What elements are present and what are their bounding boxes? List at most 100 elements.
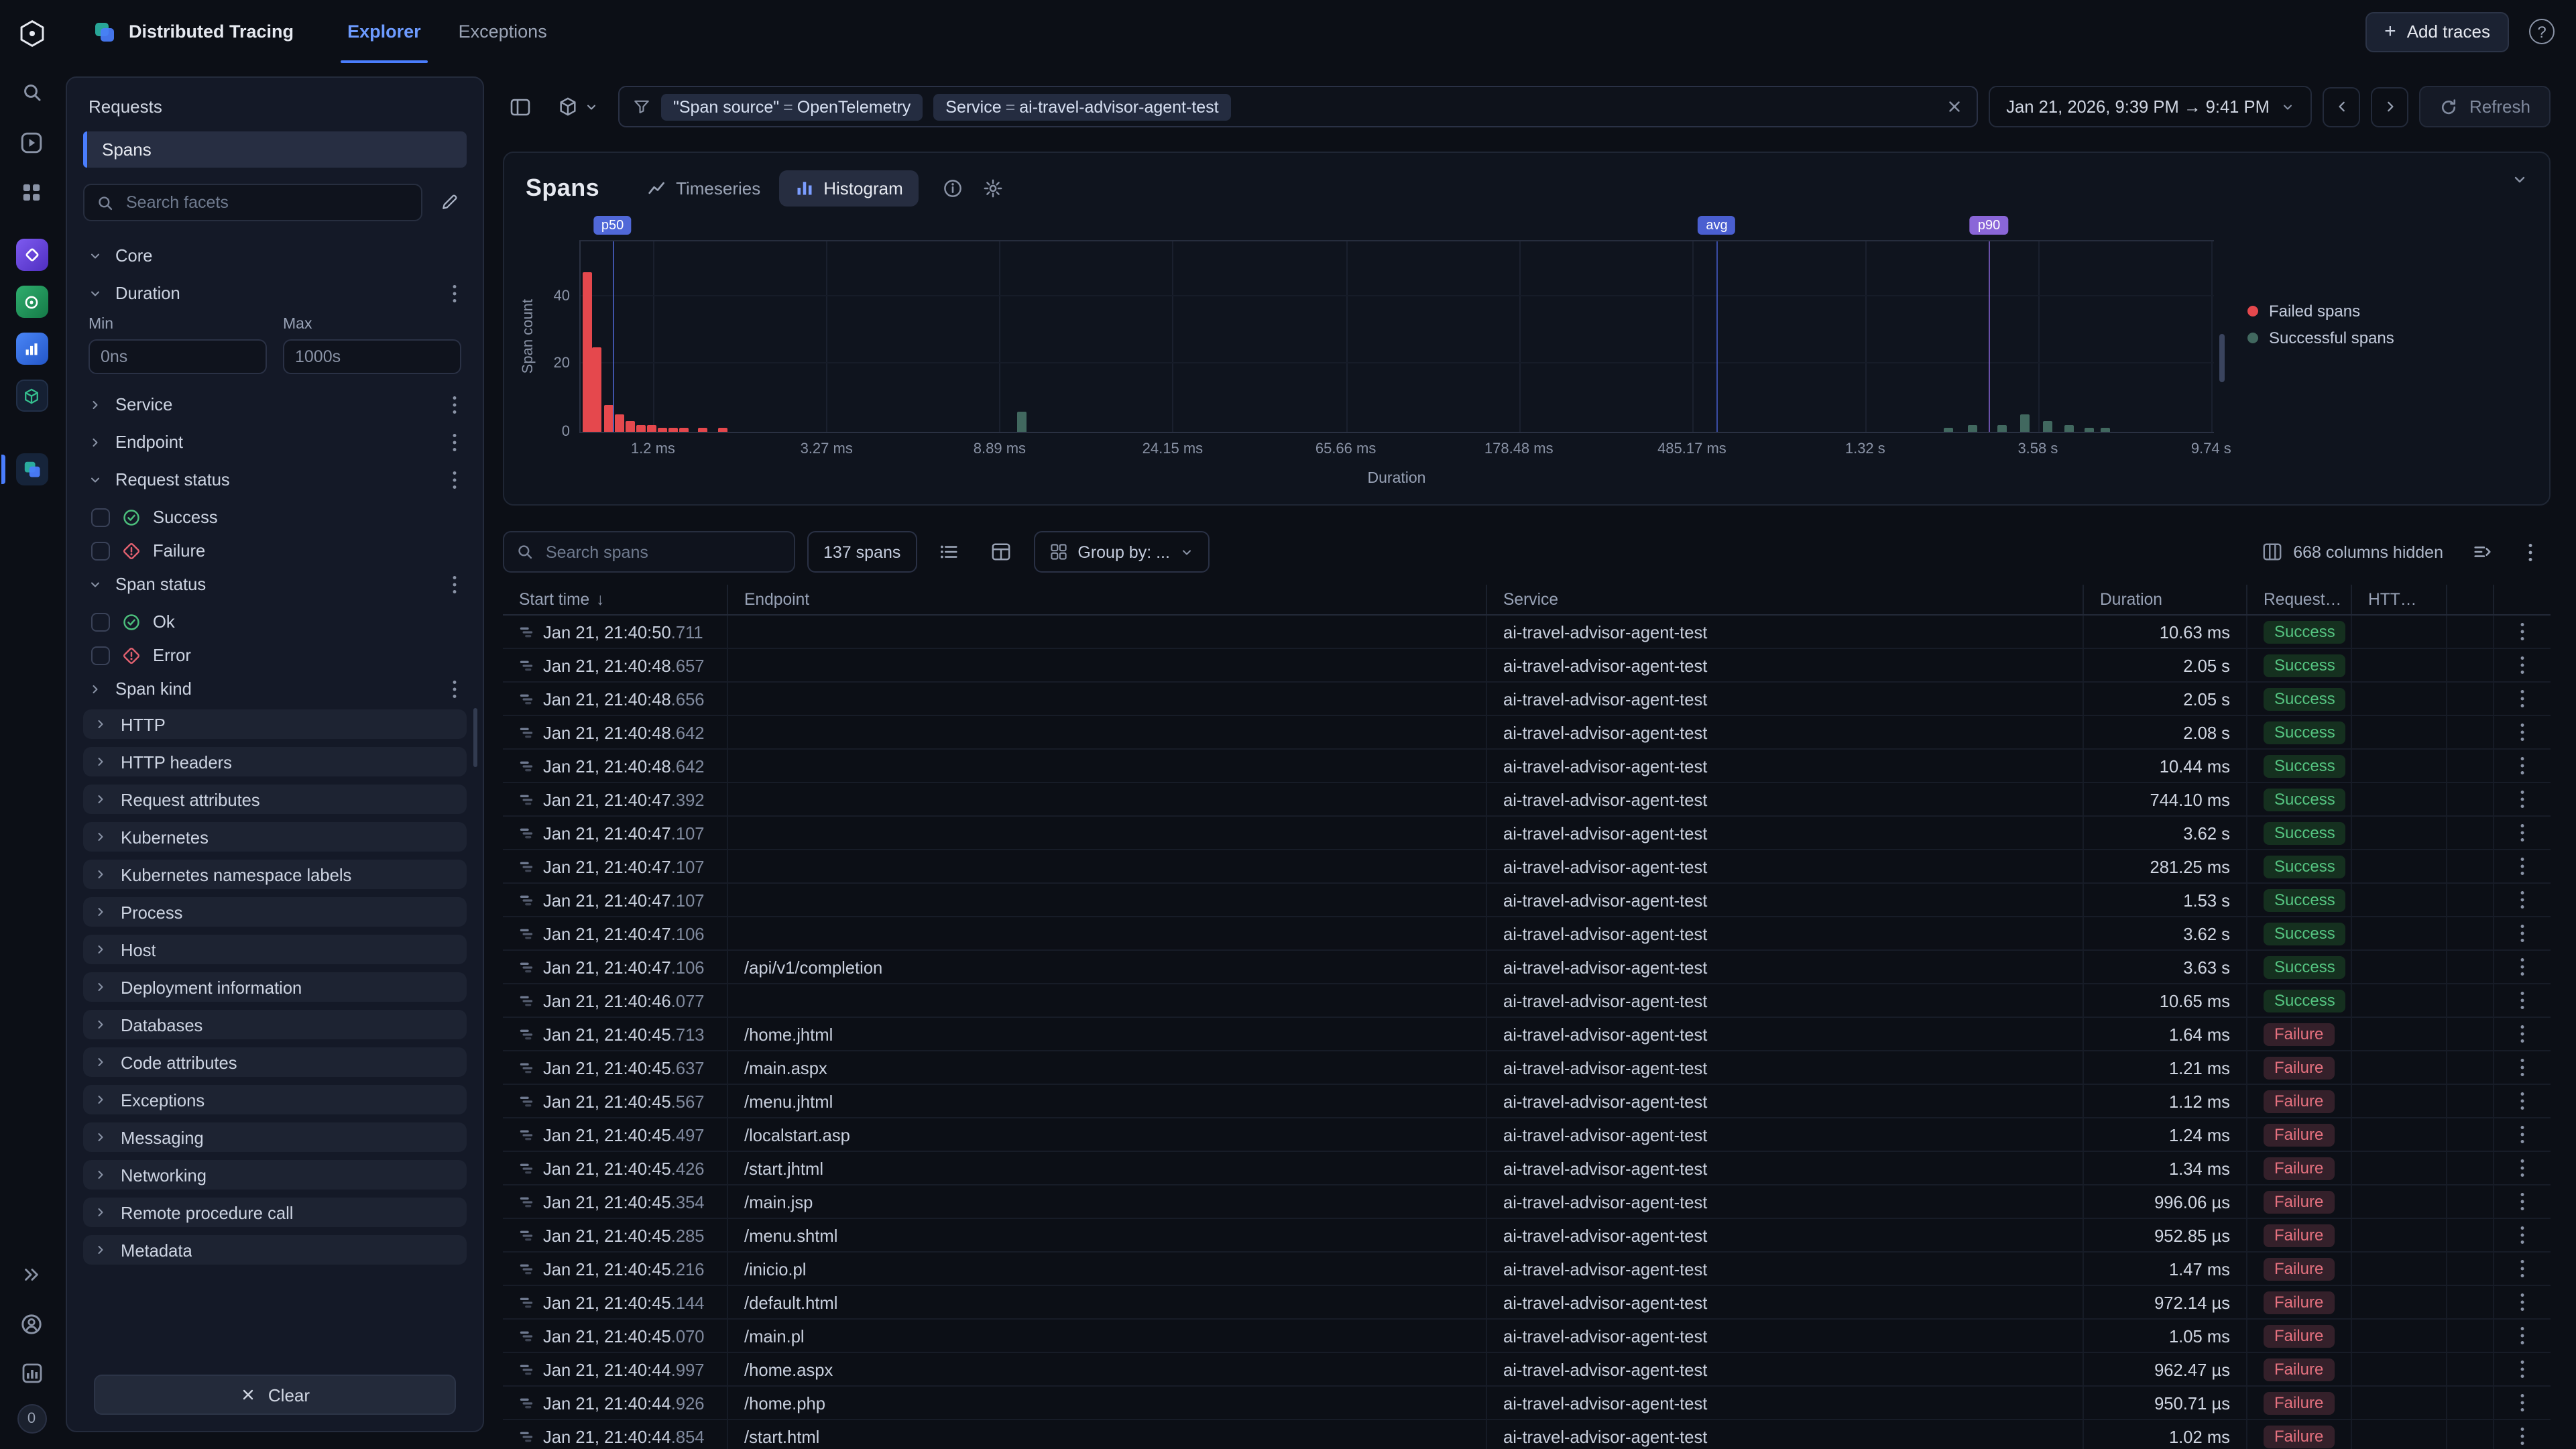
facet-option-ok[interactable]: Ok [83, 605, 467, 638]
row-menu-icon[interactable] [2520, 958, 2525, 976]
row-menu-icon[interactable] [2520, 1125, 2525, 1144]
product-icon-2[interactable] [15, 286, 48, 318]
edit-facets-button[interactable] [432, 185, 467, 220]
table-row[interactable]: Jan 21, 21:40:48.657ai-travel-advisor-ag… [503, 649, 2551, 683]
notification-badge[interactable]: 0 [17, 1404, 46, 1434]
table-row[interactable]: Jan 21, 21:40:45.713/home.jhtmlai-travel… [503, 1018, 2551, 1051]
tab-exceptions[interactable]: Exceptions [440, 0, 566, 63]
facet-menu-icon[interactable] [448, 575, 461, 593]
facet-group-core[interactable]: Core [83, 239, 467, 272]
dataset-selector-button[interactable] [548, 86, 607, 127]
successful-span-bar[interactable] [1997, 425, 2006, 432]
facet-group-endpoint[interactable]: Endpoint [83, 425, 467, 459]
app-logo[interactable] [13, 15, 50, 52]
row-menu-icon[interactable] [2520, 1326, 2525, 1345]
product-icon-4[interactable] [15, 380, 48, 412]
facet-search-input[interactable] [123, 192, 409, 213]
failed-span-bar[interactable] [668, 428, 678, 432]
clear-filters-button[interactable]: Clear [94, 1375, 456, 1415]
row-menu-icon[interactable] [2520, 723, 2525, 742]
row-menu-icon[interactable] [2520, 1393, 2525, 1412]
facet-group-code-attributes[interactable]: Code attributes [83, 1047, 467, 1077]
table-row[interactable]: Jan 21, 21:40:44.997/home.aspxai-travel-… [503, 1353, 2551, 1387]
facet-group-remote-procedure-call[interactable]: Remote procedure call [83, 1198, 467, 1227]
facet-menu-icon[interactable] [448, 470, 461, 489]
facet-group-request-status[interactable]: Request status [83, 463, 467, 496]
table-row[interactable]: Jan 21, 21:40:45.567/menu.jhtmlai-travel… [503, 1085, 2551, 1118]
collapse-chart-icon[interactable] [2512, 172, 2528, 188]
filter-chip[interactable]: Service=ai-travel-advisor-agent-test [933, 93, 1230, 120]
span-search-input[interactable] [543, 541, 782, 563]
facet-group-exceptions[interactable]: Exceptions [83, 1085, 467, 1114]
add-traces-button[interactable]: + Add traces [2365, 11, 2509, 52]
facet-group-kubernetes-namespace-labels[interactable]: Kubernetes namespace labels [83, 860, 467, 889]
row-menu-icon[interactable] [2520, 622, 2525, 641]
row-menu-icon[interactable] [2520, 1427, 2525, 1446]
checkbox[interactable] [91, 541, 110, 560]
table-row[interactable]: Jan 21, 21:40:50.711ai-travel-advisor-ag… [503, 616, 2551, 649]
row-menu-icon[interactable] [2520, 1058, 2525, 1077]
facet-option-failure[interactable]: Failure [83, 534, 467, 567]
successful-span-bar[interactable] [1017, 412, 1027, 432]
expand-rail-icon[interactable] [13, 1255, 50, 1293]
time-range-button[interactable]: Jan 21, 2026, 9:39 PM → 9:41 PM [1989, 86, 2312, 127]
time-forward-button[interactable] [2372, 86, 2409, 127]
help-icon[interactable]: ? [2529, 19, 2555, 44]
apps-grid-icon[interactable] [13, 173, 50, 211]
facet-group-request-attributes[interactable]: Request attributes [83, 785, 467, 814]
facet-option-success[interactable]: Success [83, 500, 467, 534]
row-menu-icon[interactable] [2520, 1159, 2525, 1177]
failed-span-bar[interactable] [625, 422, 634, 432]
table-row[interactable]: Jan 21, 21:40:45.144/default.htmlai-trav… [503, 1286, 2551, 1320]
span-search[interactable] [503, 531, 795, 573]
table-row[interactable]: Jan 21, 21:40:48.656ai-travel-advisor-ag… [503, 683, 2551, 716]
row-menu-icon[interactable] [2520, 1025, 2525, 1043]
facet-group-messaging[interactable]: Messaging [83, 1122, 467, 1152]
checkbox[interactable] [91, 508, 110, 526]
row-menu-icon[interactable] [2520, 656, 2525, 675]
successful-span-bar[interactable] [2043, 422, 2052, 432]
facet-search[interactable] [83, 184, 422, 221]
row-menu-icon[interactable] [2520, 924, 2525, 943]
facet-group-process[interactable]: Process [83, 897, 467, 927]
facet-menu-icon[interactable] [448, 432, 461, 451]
row-menu-icon[interactable] [2520, 1226, 2525, 1244]
facet-group-service[interactable]: Service [83, 388, 467, 421]
facet-menu-icon[interactable] [448, 679, 461, 698]
row-menu-icon[interactable] [2520, 1259, 2525, 1278]
table-row[interactable]: Jan 21, 21:40:47.107ai-travel-advisor-ag… [503, 884, 2551, 917]
failed-span-bar[interactable] [593, 347, 602, 432]
clear-filter-icon[interactable] [1946, 98, 1963, 115]
column-header-start-time[interactable]: Start time↓ [503, 585, 728, 614]
failed-span-bar[interactable] [647, 425, 656, 432]
table-view-icon[interactable] [981, 532, 1021, 572]
table-row[interactable]: Jan 21, 21:40:45.070/main.plai-travel-ad… [503, 1320, 2551, 1353]
tab-timeseries[interactable]: Timeseries [632, 170, 776, 206]
failed-span-bar[interactable] [698, 428, 707, 432]
tab-explorer[interactable]: Explorer [329, 0, 440, 63]
columns-hidden-button[interactable]: 668 columns hidden [2262, 542, 2443, 562]
product-icon-tracing[interactable] [15, 453, 48, 485]
refresh-button[interactable]: Refresh [2420, 86, 2551, 127]
table-row[interactable]: Jan 21, 21:40:47.107ai-travel-advisor-ag… [503, 850, 2551, 884]
row-menu-icon[interactable] [2520, 1293, 2525, 1312]
facet-group-duration[interactable]: Duration [83, 276, 467, 310]
successful-span-bar[interactable] [2064, 425, 2074, 432]
column-header-endpoint[interactable]: Endpoint [728, 585, 1487, 614]
gear-icon[interactable] [984, 178, 1004, 198]
checkbox[interactable] [91, 646, 110, 664]
facet-group-http-headers[interactable]: HTTP headers [83, 747, 467, 776]
failed-span-bar[interactable] [615, 415, 624, 432]
plot-area[interactable]: 1.2 ms3.27 ms8.89 ms24.15 ms65.66 ms178.… [579, 240, 2214, 433]
facet-group-metadata[interactable]: Metadata [83, 1235, 467, 1265]
table-row[interactable]: Jan 21, 21:40:48.642ai-travel-advisor-ag… [503, 716, 2551, 750]
group-by-button[interactable]: Group by: ... [1033, 531, 1210, 573]
table-row[interactable]: Jan 21, 21:40:47.107ai-travel-advisor-ag… [503, 817, 2551, 850]
table-row[interactable]: Jan 21, 21:40:47.392ai-travel-advisor-ag… [503, 783, 2551, 817]
successful-span-bar[interactable] [1967, 425, 1977, 432]
failed-span-bar[interactable] [680, 428, 689, 432]
column-header-request[interactable]: Request… [2247, 585, 2352, 614]
legend-item-successful-spans[interactable]: Successful spans [2247, 329, 2394, 347]
facet-group-networking[interactable]: Networking [83, 1160, 467, 1190]
legend-item-failed-spans[interactable]: Failed spans [2247, 302, 2394, 321]
